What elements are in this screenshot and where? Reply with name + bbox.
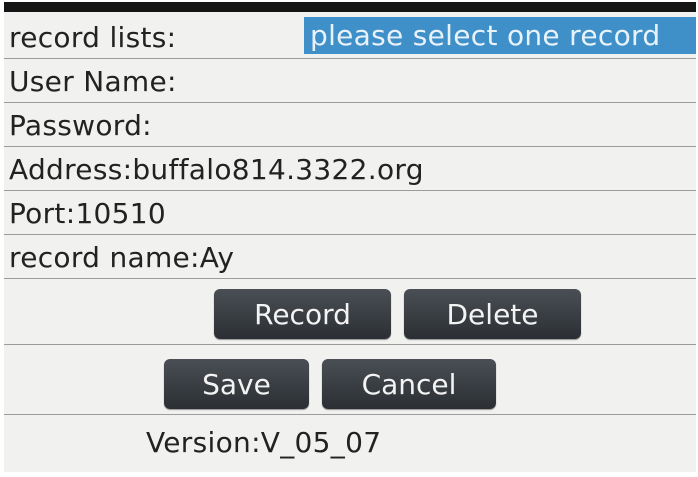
record-select[interactable]: please select one record — [304, 17, 696, 54]
version-label: Version:V_05_07 — [146, 426, 382, 459]
user-name-row[interactable]: User Name: — [4, 59, 696, 103]
port-row[interactable]: Port:10510 — [4, 191, 696, 235]
address-field: Address:buffalo814.3322.org — [9, 153, 424, 186]
record-lists-row: record lists: please select one record — [4, 12, 696, 59]
delete-button[interactable]: Delete — [404, 289, 581, 339]
address-row[interactable]: Address:buffalo814.3322.org — [4, 147, 696, 191]
record-actions: Record Delete — [4, 279, 696, 345]
record-select-value: please select one record — [310, 19, 661, 52]
user-name-label: User Name: — [9, 65, 177, 98]
password-row[interactable]: Password: — [4, 103, 696, 147]
record-lists-label: record lists: — [9, 21, 177, 54]
password-label: Password: — [9, 109, 152, 142]
record-name-row[interactable]: record name:Ay — [4, 235, 696, 279]
record-button[interactable]: Record — [214, 289, 391, 339]
save-button[interactable]: Save — [164, 359, 309, 409]
record-name-field: record name:Ay — [9, 241, 235, 274]
cancel-button[interactable]: Cancel — [322, 359, 496, 409]
form-actions: Save Cancel — [4, 345, 696, 415]
app-screen: record lists: please select one record U… — [4, 2, 696, 472]
port-field: Port:10510 — [9, 197, 167, 230]
